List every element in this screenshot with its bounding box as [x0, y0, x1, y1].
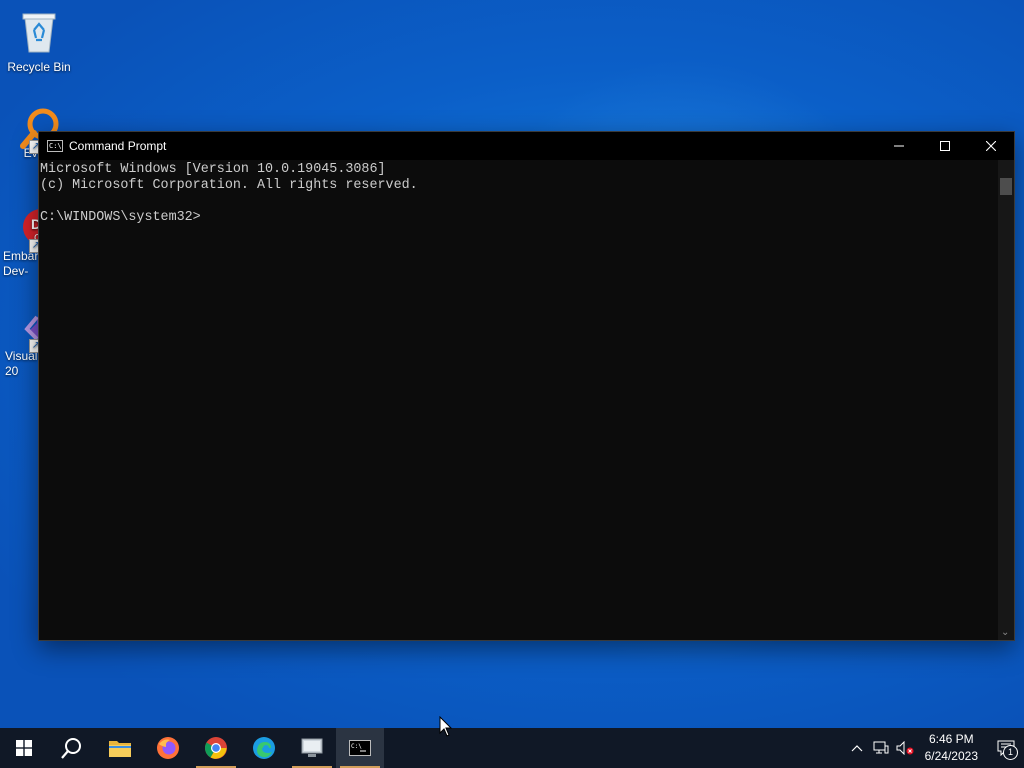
remote-desktop-icon — [301, 738, 323, 757]
volume-muted-icon — [896, 741, 914, 755]
console-output[interactable]: Microsoft Windows [Version 10.0.19045.30… — [39, 160, 998, 640]
clock-time: 6:46 PM — [928, 732, 974, 746]
minimize-button[interactable] — [876, 132, 922, 160]
command-prompt-icon: C:\ — [349, 740, 371, 756]
mouse-cursor-icon — [439, 716, 453, 737]
chevron-up-icon — [851, 745, 863, 752]
maximize-icon — [940, 141, 950, 151]
command-prompt-window[interactable]: C:\ Command Prompt Microsoft Windows [Ve… — [38, 131, 1015, 641]
close-button[interactable] — [968, 132, 1014, 160]
command-prompt-icon: C:\ — [47, 140, 63, 152]
network-button[interactable] — [869, 728, 893, 768]
console-line: Microsoft Windows [Version 10.0.19045.30… — [40, 162, 386, 177]
search-icon — [61, 738, 81, 759]
taskbar-command-prompt[interactable]: C:\ — [336, 728, 384, 768]
taskbar-clock[interactable]: 6:46 PM 6/24/2023 — [917, 731, 988, 765]
taskbar-chrome[interactable] — [192, 728, 240, 768]
scrollbar-thumb[interactable] — [1000, 178, 1012, 195]
system-tray: 6:46 PM 6/24/2023 1 — [845, 728, 1024, 768]
taskbar-file-explorer[interactable] — [96, 728, 144, 768]
svg-text:C:\: C:\ — [351, 743, 362, 750]
taskbar: C:\ 6:46 PM 6/24/2023 1 — [0, 728, 1024, 768]
desktop-icon-label: Recycle Bin — [7, 60, 71, 74]
console-scrollbar[interactable]: ⌄ — [998, 160, 1014, 640]
notification-count-badge: 1 — [1003, 745, 1018, 760]
windows-start-icon — [16, 740, 32, 756]
network-icon — [873, 741, 889, 754]
taskbar-edge[interactable] — [240, 728, 288, 768]
show-hidden-icons-button[interactable] — [845, 728, 869, 768]
taskbar-remote-desktop[interactable] — [288, 728, 336, 768]
volume-button[interactable] — [893, 728, 917, 768]
taskbar-firefox[interactable] — [144, 728, 192, 768]
chevron-down-icon[interactable]: ⌄ — [1001, 627, 1009, 638]
window-titlebar[interactable]: C:\ Command Prompt — [39, 132, 1014, 160]
edge-icon — [253, 737, 275, 759]
start-button[interactable] — [0, 728, 48, 768]
window-title: Command Prompt — [69, 139, 167, 153]
desktop-icon-recycle-bin[interactable]: Recycle Bin — [1, 8, 77, 75]
folder-icon — [109, 741, 131, 757]
taskbar-search-button[interactable] — [48, 728, 96, 768]
action-center-button[interactable]: 1 — [988, 728, 1024, 768]
clock-date: 6/24/2023 — [924, 749, 978, 763]
recycle-bin-icon — [15, 8, 63, 56]
firefox-icon — [157, 737, 179, 759]
close-icon — [986, 141, 996, 151]
maximize-button[interactable] — [922, 132, 968, 160]
console-line: (c) Microsoft Corporation. All rights re… — [40, 178, 418, 193]
chrome-icon — [205, 737, 227, 759]
console-prompt[interactable]: C:\WINDOWS\system32> — [40, 210, 998, 226]
minimize-icon — [894, 145, 904, 147]
